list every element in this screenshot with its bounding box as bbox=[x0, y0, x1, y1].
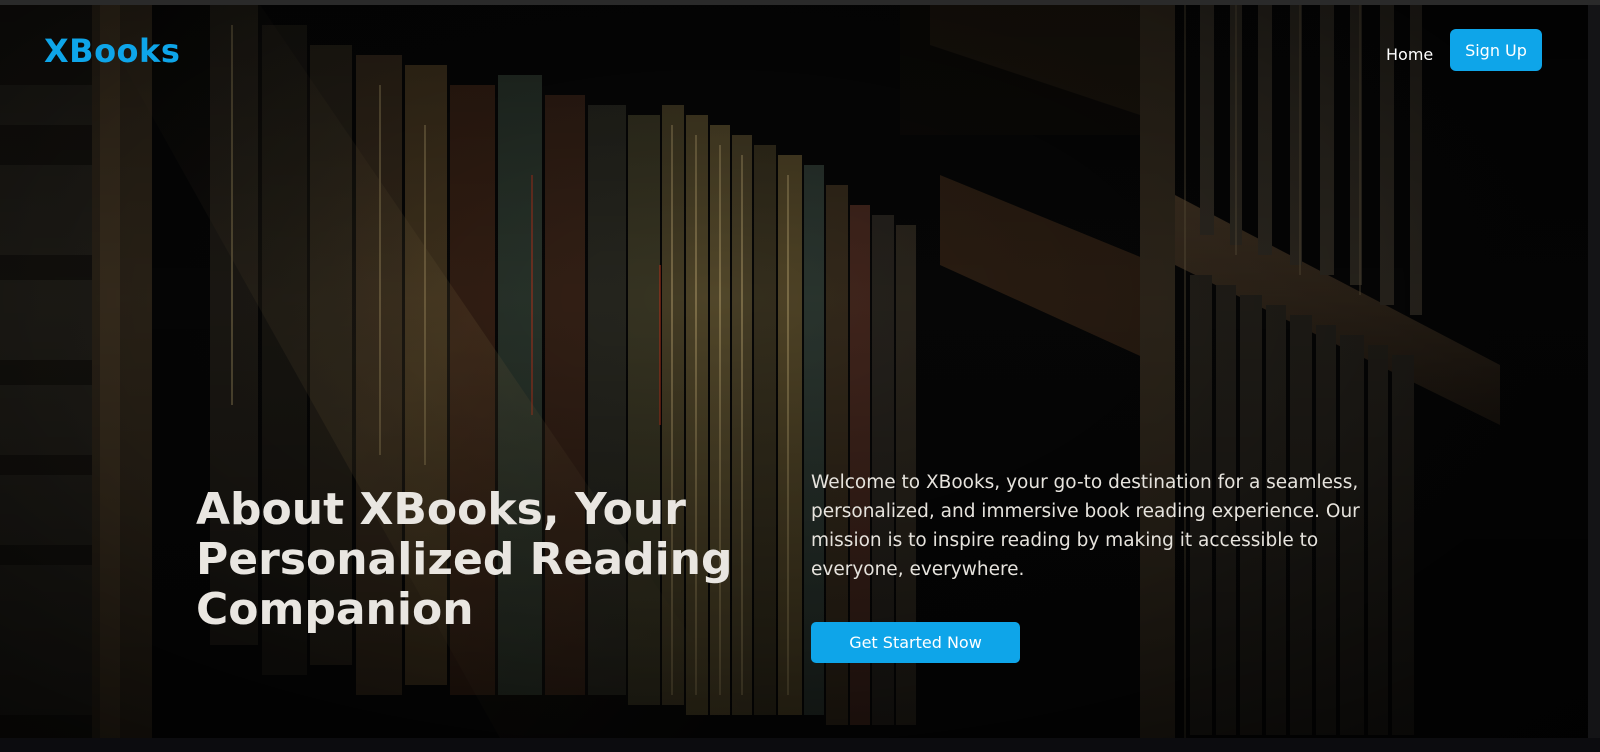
browser-viewport: XBooks Home Sign Up About XBooks, Your P… bbox=[0, 0, 1600, 752]
scrollbar-track[interactable] bbox=[1588, 5, 1600, 752]
get-started-button[interactable]: Get Started Now bbox=[811, 622, 1020, 663]
nav-home-link[interactable]: Home bbox=[1386, 45, 1433, 64]
hero-description: Welcome to XBooks, your go-to destinatio… bbox=[811, 472, 1360, 580]
xbooks-logo[interactable]: XBooks bbox=[44, 32, 180, 70]
hero-title: About XBooks, Your Personalized Reading … bbox=[196, 484, 733, 635]
sign-up-button[interactable]: Sign Up bbox=[1450, 29, 1542, 71]
page-bottom-strip bbox=[0, 738, 1600, 752]
hero-section: XBooks Home Sign Up About XBooks, Your P… bbox=[0, 5, 1588, 738]
